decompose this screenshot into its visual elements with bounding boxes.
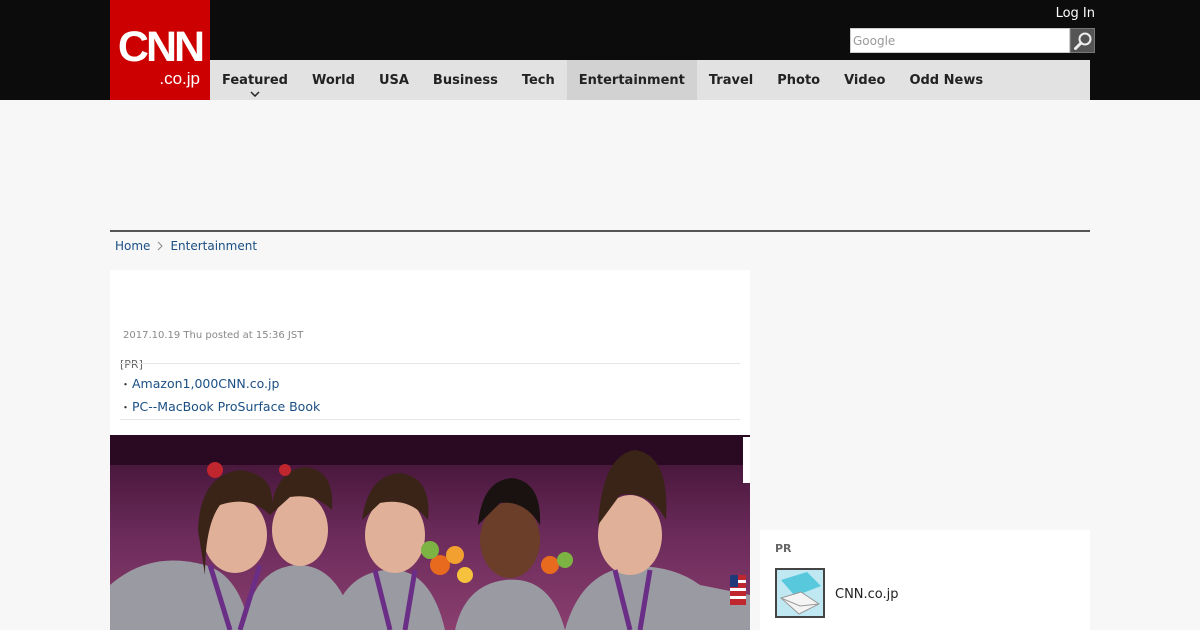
cnn-logo[interactable]: CNN .co.jp — [110, 0, 210, 100]
sidebar-pr-label: PR — [775, 542, 792, 555]
nav-item-label: Travel — [708, 72, 754, 88]
pr-label: [PR] — [120, 358, 143, 371]
nav-item-label: Featured — [222, 72, 288, 88]
nav-item-label: USA — [378, 72, 409, 88]
pr-link-list: ・ Amazon1,000CNN.co.jp ・ PC--MacBook Pro… — [120, 372, 740, 418]
chevron-right-icon — [153, 238, 167, 254]
nav-item-usa[interactable]: USA — [367, 60, 421, 100]
pr-link[interactable]: PC--MacBook ProSurface Book — [132, 399, 320, 414]
nav-item-label: World — [311, 72, 355, 88]
nav-item-label: Entertainment — [578, 72, 685, 88]
breadcrumb-entertainment-link[interactable]: Entertainment — [170, 238, 257, 254]
post-date: 2017.10.19 Thu posted at 15:36 JST — [123, 330, 304, 341]
article-photo[interactable] — [110, 435, 750, 630]
nav-item-label: Tech — [521, 72, 555, 88]
mail-thumbnail-icon[interactable] — [775, 568, 825, 618]
breadcrumb: Home Entertainment — [115, 238, 257, 254]
nav-item-world[interactable]: World — [300, 60, 367, 100]
pr-link[interactable]: Amazon1,000CNN.co.jp — [132, 376, 279, 391]
nav-item-video[interactable]: Video — [832, 60, 897, 100]
nav-item-travel[interactable]: Travel — [697, 60, 765, 100]
nav-item-label: Video — [844, 72, 886, 88]
article-card: 2017.10.19 Thu posted at 15:36 JST [PR] … — [110, 270, 750, 630]
gymnasts-photo — [110, 435, 750, 630]
nav-item-label: Photo — [777, 72, 821, 88]
pr-divider — [120, 419, 740, 420]
chevron-down-icon — [250, 91, 260, 97]
nav-item-photo[interactable]: Photo — [765, 60, 832, 100]
sidebar-pr-link[interactable]: CNN.co.jp — [835, 587, 899, 603]
logo-main-text: CNN — [117, 23, 205, 71]
bullet-icon: ・ — [120, 400, 131, 414]
login-link[interactable]: Log In — [1030, 6, 1095, 22]
section-divider — [110, 230, 1090, 232]
bullet-icon: ・ — [120, 377, 131, 391]
sidebar-pr-box: PR CNN.co.jp — [760, 530, 1090, 630]
nav-item-label: Odd News — [909, 72, 984, 88]
nav-item-entertainment[interactable]: Entertainment — [566, 60, 697, 100]
nav-item-tech[interactable]: Tech — [510, 60, 567, 100]
photo-credit — [743, 437, 750, 483]
nav-item-odd-news[interactable]: Odd News — [897, 60, 995, 100]
nav-item-label: Business — [432, 72, 498, 88]
search-icon — [1073, 32, 1091, 50]
nav-item-business[interactable]: Business — [421, 60, 510, 100]
nav-item-featured[interactable]: Featured — [210, 60, 300, 100]
logo-sub-text: .co.jp — [159, 69, 200, 88]
search-button[interactable] — [1070, 28, 1095, 53]
pr-divider — [120, 363, 740, 364]
main-nav: Featured World USA Business Tech Enterta… — [210, 60, 1090, 100]
list-item: ・ PC--MacBook ProSurface Book — [120, 395, 740, 418]
search-input[interactable] — [850, 28, 1070, 53]
breadcrumb-home-link[interactable]: Home — [115, 238, 150, 254]
list-item: ・ Amazon1,000CNN.co.jp — [120, 372, 740, 395]
